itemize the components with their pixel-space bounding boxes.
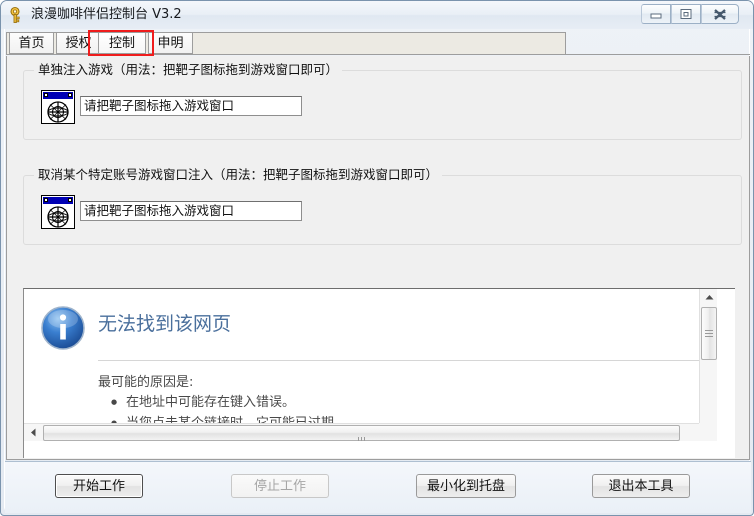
button-label: 开始工作 <box>72 478 125 494</box>
target-icon-dot-right <box>68 198 72 202</box>
group-cancel-inject: 取消某个特定账号游戏窗口注入（用法：把靶子图标拖到游戏窗口即可） 请把靶子图标拖… <box>23 168 742 245</box>
stop-work-button[interactable]: 停止工作 <box>231 474 329 498</box>
scroll-up-arrow[interactable] <box>700 289 717 306</box>
tab-authorization[interactable]: 授权 <box>56 32 101 54</box>
button-label: 停止工作 <box>253 478 306 494</box>
scroll-left-arrow[interactable] <box>24 424 42 441</box>
browser-document: 无法找到该网页 最可能的原因是: 在地址中可能存在键入错误。 当您点击某个链接时… <box>24 289 717 441</box>
drop-target-field-value: 请把靶子图标拖入游戏窗口 <box>84 202 235 218</box>
close-icon[interactable] <box>701 4 739 24</box>
horizontal-rule <box>98 360 701 361</box>
target-icon-dot-left <box>44 198 48 202</box>
button-label: 退出本工具 <box>608 478 674 494</box>
minimize-icon[interactable] <box>641 4 671 24</box>
list-item: 在地址中可能存在键入错误。 <box>111 392 347 413</box>
crosshair-glyph <box>47 206 69 228</box>
minimize-to-tray-button[interactable]: 最小化到托盘 <box>416 474 516 498</box>
tab-strip-underline <box>6 54 750 55</box>
error-reason-heading: 最可能的原因是: <box>98 375 194 390</box>
group-legend: 单独注入游戏（用法：把靶子图标拖到游戏窗口即可） <box>34 63 343 77</box>
error-title: 无法找到该网页 <box>98 313 232 335</box>
start-work-button[interactable]: 开始工作 <box>55 474 143 498</box>
tab-home[interactable]: 首页 <box>9 32 54 54</box>
drop-target-field-cancel[interactable]: 请把靶子图标拖入游戏窗口 <box>80 201 302 221</box>
maximize-icon[interactable] <box>671 4 701 24</box>
target-icon-dot-right <box>68 93 72 97</box>
drop-target-field-value: 请把靶子图标拖入游戏窗口 <box>84 97 235 113</box>
scrollbar-grip <box>705 330 713 337</box>
horizontal-scrollbar-thumb[interactable] <box>43 425 680 441</box>
info-icon <box>41 306 85 350</box>
tab-label: 申明 <box>157 35 184 51</box>
target-crosshair-icon[interactable] <box>41 195 75 229</box>
embedded-browser-pane: 无法找到该网页 最可能的原因是: 在地址中可能存在键入错误。 当您点击某个链接时… <box>23 288 735 458</box>
drop-target-field-inject[interactable]: 请把靶子图标拖入游戏窗口 <box>80 96 302 116</box>
title-bar[interactable]: 浪漫咖啡伴侣控制台 V3.2 <box>1 1 753 29</box>
vertical-scrollbar-thumb[interactable] <box>701 307 717 360</box>
tab-content-panel: 单独注入游戏（用法：把靶子图标拖到游戏窗口即可） 请把靶子图标拖入游戏窗口 取消… <box>6 56 750 460</box>
target-crosshair-icon[interactable] <box>41 90 75 124</box>
group-inject-game: 单独注入游戏（用法：把靶子图标拖到游戏窗口即可） 请把靶子图标拖入游戏窗口 <box>23 63 742 140</box>
tab-label: 首页 <box>18 35 45 51</box>
footer-button-bar: 开始工作 停止工作 最小化到托盘 退出本工具 <box>5 461 751 513</box>
tab-strip: 首页 授权 控制 申明 <box>6 30 750 56</box>
crosshair-glyph <box>47 101 69 123</box>
scrollbar-grip <box>358 430 367 441</box>
tab-control[interactable]: 控制 <box>98 32 146 54</box>
key-icon <box>9 6 27 24</box>
tab-label: 授权 <box>65 35 92 51</box>
group-legend: 取消某个特定账号游戏窗口注入（用法：把靶子图标拖到游戏窗口即可） <box>34 168 443 182</box>
application-window: 浪漫咖啡伴侣控制台 V3.2 首页 授权 控制 申明 单独注入游戏（用法：把靶子… <box>0 0 754 516</box>
scrollbar-corner <box>699 423 717 441</box>
target-icon-dot-left <box>44 93 48 97</box>
vertical-scrollbar[interactable] <box>699 289 717 441</box>
window-title: 浪漫咖啡伴侣控制台 V3.2 <box>31 7 182 22</box>
button-label: 最小化到托盘 <box>426 478 505 494</box>
exit-tool-button[interactable]: 退出本工具 <box>592 474 690 498</box>
horizontal-scrollbar[interactable] <box>24 423 717 441</box>
tab-statement[interactable]: 申明 <box>148 32 193 54</box>
tab-label: 控制 <box>108 35 135 51</box>
